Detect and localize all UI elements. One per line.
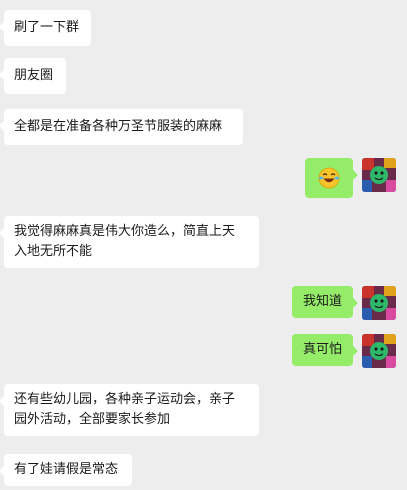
message-bubble-received[interactable]: 还有些幼儿园，各种亲子运动会，亲子 园外活动，全部要家长参加 [0, 384, 259, 436]
message-text: 有了娃请假是常态 [14, 462, 119, 477]
message-text: 刷了一下群 [14, 20, 80, 35]
message-text-line: 我觉得麻麻真是伟大你造么，简直上天 [14, 224, 236, 239]
user-avatar-icon [362, 158, 396, 192]
message-bubble-received[interactable]: 朋友圈 [0, 58, 66, 94]
message-bubble-sent[interactable]: 真可怕 [292, 334, 358, 366]
message-text: 我知道 [302, 294, 342, 309]
avatar[interactable] [362, 286, 396, 320]
laughing-crying-emoji-icon [318, 167, 340, 189]
message-text: 朋友圈 [14, 68, 54, 83]
message-bubble-received[interactable]: 刷了一下群 [0, 10, 91, 46]
message-text-line: 还有些幼儿园，各种亲子运动会，亲子 [14, 392, 236, 407]
message-text: 全都是在准备各种万圣节服装的麻麻 [14, 119, 223, 134]
message-text-line: 园外活动，全部要家长参加 [14, 412, 171, 427]
message-bubble-received[interactable]: 全都是在准备各种万圣节服装的麻麻 [0, 109, 243, 145]
user-avatar-icon [362, 334, 396, 368]
message-bubble-sent[interactable]: 我知道 [292, 286, 358, 318]
message-text: 真可怕 [302, 342, 342, 357]
message-bubble-sent[interactable] [305, 158, 358, 198]
message-bubble-received[interactable]: 有了娃请假是常态 [0, 454, 132, 486]
user-avatar-icon [362, 286, 396, 320]
avatar[interactable] [362, 158, 396, 192]
avatar[interactable] [362, 334, 396, 368]
message-text-line: 入地无所不能 [14, 244, 93, 259]
message-bubble-received[interactable]: 我觉得麻麻真是伟大你造么，简直上天 入地无所不能 [0, 216, 259, 268]
